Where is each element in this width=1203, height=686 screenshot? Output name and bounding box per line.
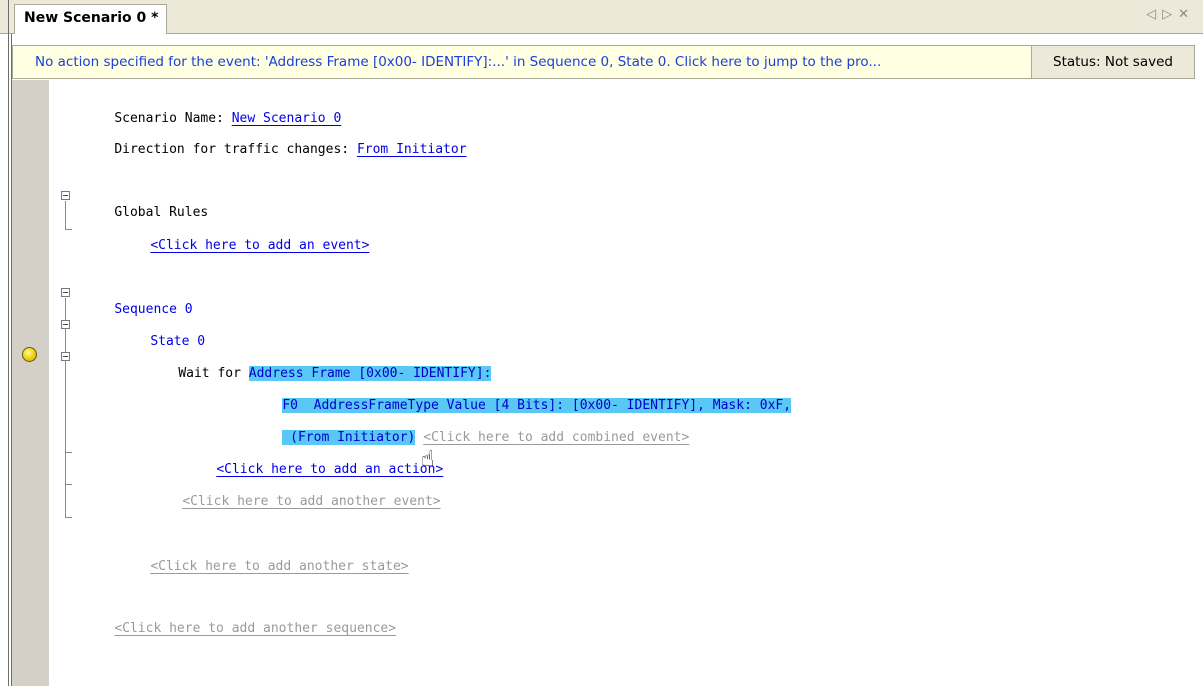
tab-new-scenario[interactable]: New Scenario 0 * <box>14 4 168 34</box>
document-tab-bar: New Scenario 0 * ◁▷✕ <box>0 0 1203 34</box>
scroll-right-icon[interactable]: ▷ <box>1162 7 1178 22</box>
tree-line <box>65 452 72 453</box>
add-another-sequence-row: <Click here to add another sequence> <box>83 602 396 656</box>
scroll-left-icon[interactable]: ◁ <box>1146 7 1162 22</box>
status-indicator: Status: Not saved <box>1032 46 1194 78</box>
collapse-sequence-icon[interactable] <box>61 288 70 297</box>
global-rules-text: Global Rules <box>114 205 209 220</box>
direction-link[interactable]: From Initiator <box>357 142 467 157</box>
add-event-link[interactable]: <Click here to add an event> <box>150 238 369 253</box>
add-event-row: <Click here to add an event> <box>119 219 369 273</box>
info-message-link[interactable]: No action specified for the event: 'Addr… <box>35 46 1020 78</box>
close-icon[interactable]: ✕ <box>1178 7 1195 22</box>
add-combined-event-link[interactable]: <Click here to add combined event> <box>423 430 689 445</box>
direction-label: Direction for traffic changes: <box>114 142 357 157</box>
wait-for-label: Wait for <box>178 366 249 381</box>
collapse-state-icon[interactable] <box>61 320 70 329</box>
add-another-sequence-link[interactable]: <Click here to add another sequence> <box>114 621 396 636</box>
tree-line <box>65 201 66 230</box>
add-another-event-link[interactable]: <Click here to add another event> <box>182 494 440 509</box>
tree-line <box>65 517 72 518</box>
tree-line <box>65 298 66 518</box>
tab-navigation: ◁▷✕ <box>1146 7 1195 22</box>
scenario-editor: Scenario Name: New Scenario 0 Direction … <box>49 80 1203 686</box>
editor-gutter[interactable] <box>12 80 49 686</box>
add-another-event-row: <Click here to add another event> <box>151 475 440 529</box>
collapse-global-rules-icon[interactable] <box>61 191 70 200</box>
tree-line <box>65 229 72 230</box>
tree-line <box>65 484 72 485</box>
window-border <box>8 0 9 686</box>
hand-cursor-icon: ☝ <box>421 447 435 472</box>
add-another-state-link[interactable]: <Click here to add another state> <box>150 559 408 574</box>
direction-row: Direction for traffic changes: From Init… <box>83 123 467 177</box>
add-another-state-row: <Click here to add another state> <box>119 540 408 594</box>
collapse-event-icon[interactable] <box>61 352 70 361</box>
info-bar: No action specified for the event: 'Addr… <box>12 45 1195 79</box>
breakpoint-icon[interactable] <box>22 347 37 362</box>
